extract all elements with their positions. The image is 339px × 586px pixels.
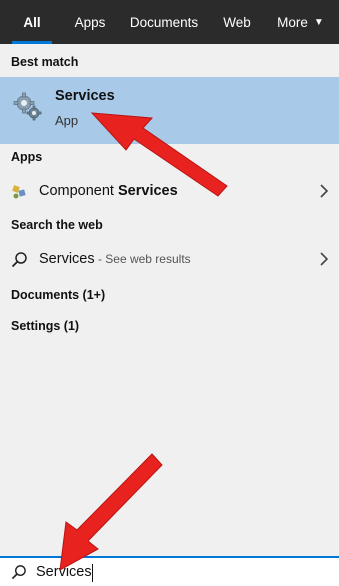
- tab-apps[interactable]: Apps: [64, 0, 116, 44]
- chevron-right-icon[interactable]: [319, 182, 329, 200]
- best-match-result[interactable]: Services App: [0, 77, 339, 144]
- search-web-heading: Search the web: [11, 218, 103, 232]
- services-gear-icon: [13, 92, 42, 121]
- documents-heading[interactable]: Documents (1+): [11, 288, 105, 302]
- component-services-icon: [12, 185, 26, 199]
- tab-more[interactable]: More ▼: [262, 0, 339, 44]
- tab-all-label: All: [23, 14, 41, 30]
- chevron-down-icon: ▼: [313, 16, 324, 28]
- tab-apps-label: Apps: [74, 14, 106, 30]
- web-search-label: Services - See web results: [39, 251, 191, 267]
- tab-documents[interactable]: Documents: [116, 0, 212, 44]
- tab-all[interactable]: All: [0, 0, 64, 44]
- best-match-title: Services: [55, 88, 115, 104]
- list-item-component-services[interactable]: Component Services: [0, 175, 339, 207]
- search-filter-tabs: All Apps Documents Web More ▼: [0, 0, 339, 44]
- search-icon: [11, 565, 26, 580]
- search-input[interactable]: [36, 561, 326, 583]
- search-box[interactable]: [0, 556, 339, 586]
- chevron-right-icon[interactable]: [319, 250, 329, 268]
- arrow-to-search-box: [59, 453, 163, 571]
- web-search-hint: - See web results: [94, 252, 191, 266]
- settings-heading[interactable]: Settings (1): [11, 319, 79, 333]
- tab-more-label: More: [277, 14, 308, 30]
- apps-heading: Apps: [11, 150, 43, 164]
- list-item-web-search[interactable]: Services - See web results: [0, 243, 339, 275]
- tab-documents-label: Documents: [129, 14, 199, 30]
- best-match-heading: Best match: [11, 55, 79, 69]
- component-services-label: Component Services: [39, 183, 178, 199]
- text-cursor: [92, 564, 93, 582]
- best-match-subtitle: App: [55, 113, 79, 128]
- tab-web-label: Web: [223, 14, 251, 30]
- tab-web[interactable]: Web: [212, 0, 262, 44]
- search-icon: [11, 252, 27, 268]
